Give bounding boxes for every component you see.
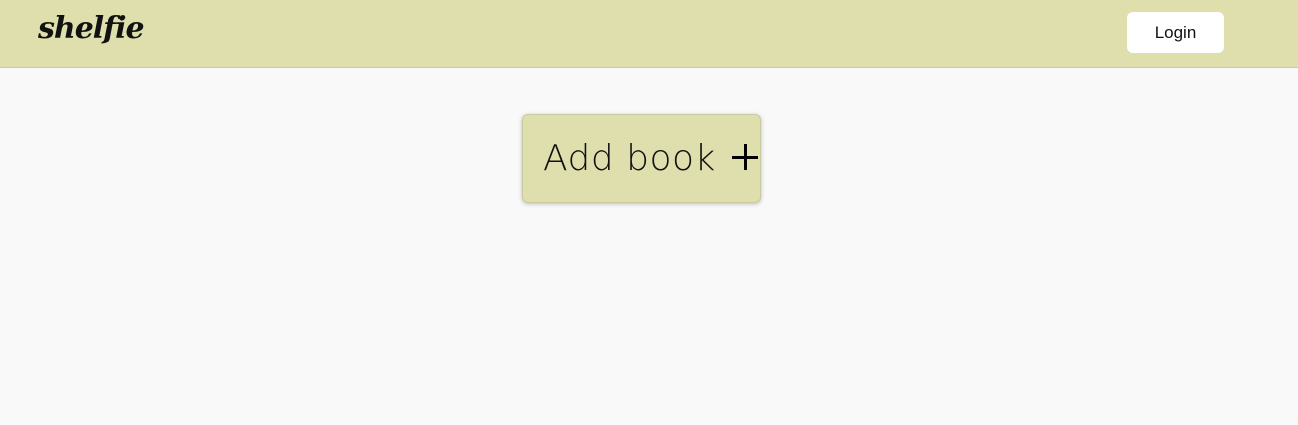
- add-book-button[interactable]: Add book: [522, 114, 761, 203]
- login-button[interactable]: Login: [1127, 12, 1224, 53]
- top-header: shelfie Login: [0, 0, 1298, 68]
- app-logo[interactable]: shelfie: [38, 11, 145, 46]
- plus-icon: [731, 143, 758, 170]
- add-book-label: Add book: [543, 138, 716, 179]
